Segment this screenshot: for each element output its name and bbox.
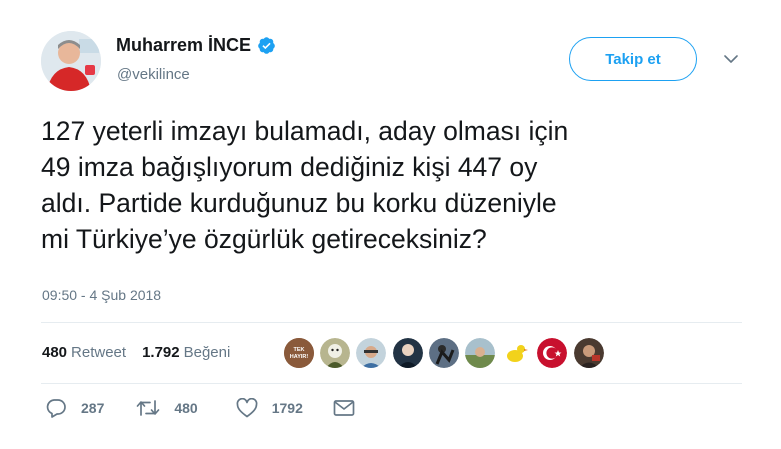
profile-photo-icon	[41, 31, 101, 91]
avatar[interactable]	[41, 31, 101, 91]
envelope-icon[interactable]	[333, 399, 355, 417]
dm-action[interactable]	[333, 399, 355, 417]
divider	[41, 322, 742, 323]
retweet-count-action: 480	[174, 400, 198, 416]
tweet-timestamp[interactable]: 09:50 - 4 Şub 2018	[42, 287, 161, 303]
reply-count: 287	[81, 400, 105, 416]
retweet-icon[interactable]	[136, 399, 160, 417]
liker-avatar[interactable]	[573, 338, 604, 368]
liker-avatar-icon	[537, 338, 568, 368]
liker-avatar-icon	[464, 338, 495, 368]
reply-action[interactable]: 287	[45, 398, 104, 418]
like-action[interactable]: 1792	[236, 398, 303, 418]
liker-avatar-icon: TEK HAYIR!	[284, 338, 314, 368]
chevron-down-icon[interactable]	[724, 54, 738, 64]
like-label: Beğeni	[183, 344, 231, 361]
liker-avatar[interactable]	[501, 338, 532, 368]
liker-avatar[interactable]	[428, 338, 459, 368]
reply-icon[interactable]	[45, 398, 67, 418]
retweet-stat[interactable]: 480 Retweet	[42, 344, 126, 361]
liker-avatar-icon	[392, 338, 423, 368]
liker-avatar[interactable]	[537, 338, 568, 368]
tweet-actions: 287 480 1792	[45, 398, 355, 418]
verified-badge-icon	[258, 37, 275, 54]
svg-text:TEK: TEK	[294, 347, 305, 353]
like-count-action: 1792	[271, 400, 303, 416]
liker-avatar-icon	[356, 338, 387, 368]
user-name-row[interactable]: Muharrem İNCE	[116, 35, 276, 56]
user-handle[interactable]: @vekilince	[117, 66, 190, 83]
retweet-label: Retweet	[71, 344, 127, 361]
follow-button[interactable]: Takip et	[569, 37, 697, 81]
tweet-text: 127 yeterli imzayı bulamadı, aday olması…	[41, 116, 569, 254]
liker-avatar[interactable]	[356, 338, 387, 368]
like-count: 1.792	[142, 344, 180, 361]
liker-avatar[interactable]	[464, 338, 495, 368]
liker-avatar[interactable]	[320, 338, 351, 368]
liker-avatars: TEK HAYIR!	[284, 338, 610, 368]
user-name[interactable]: Muharrem İNCE	[116, 35, 251, 56]
liker-avatar[interactable]: TEK HAYIR!	[284, 338, 314, 368]
liker-avatar-icon	[501, 338, 532, 368]
tweet-stats: 480 Retweet 1.792 Beğeni	[42, 344, 230, 361]
liker-avatar[interactable]	[392, 338, 423, 368]
liker-avatar-icon	[573, 338, 604, 368]
divider	[41, 383, 742, 384]
like-stat[interactable]: 1.792 Beğeni	[142, 344, 230, 361]
svg-text:HAYIR!: HAYIR!	[290, 354, 309, 360]
liker-avatar-icon	[428, 338, 459, 368]
heart-icon[interactable]	[236, 398, 258, 418]
retweet-count: 480	[42, 344, 68, 361]
liker-avatar-icon	[320, 338, 351, 368]
retweet-action[interactable]: 480	[136, 399, 198, 417]
